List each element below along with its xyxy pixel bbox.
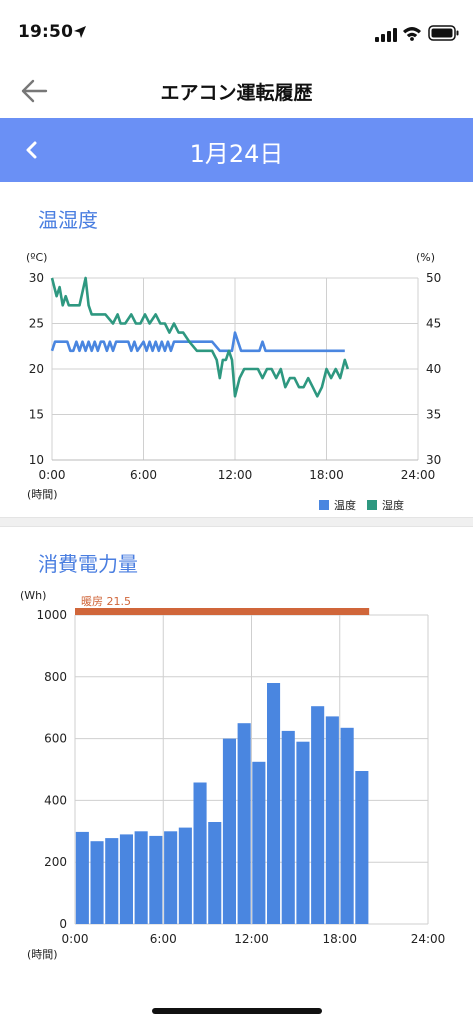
temp-humidity-chart: (ºC) (%) (時間) 10 15 20 25 30 30 35 40 45 50 0:00 6:…	[26, 251, 441, 512]
power-bar	[281, 730, 295, 924]
heating-mode-bar	[75, 608, 370, 615]
power-bar	[267, 683, 281, 924]
status-bar: 19:50	[0, 0, 473, 64]
power-consumption-chart: (Wh) (時間) 0 200 400 600 800 1000 0:00 6:00 12:00…	[20, 589, 446, 961]
power-x-tick-label: 0:00	[62, 932, 89, 946]
home-indicator	[152, 1008, 322, 1014]
power-bar	[178, 827, 192, 924]
temperature-series-line	[50, 331, 345, 353]
page-title: エアコン運転履歴	[160, 82, 313, 104]
temp-y-tick-label: 10	[29, 453, 44, 467]
power-bar	[311, 706, 325, 924]
temp-x-axis-unit: (時間)	[27, 488, 58, 501]
power-bar	[296, 741, 310, 924]
power-y-tick-label: 600	[44, 732, 67, 746]
temp-x-tick-label: 18:00	[309, 468, 344, 482]
power-bar	[355, 771, 369, 924]
section-divider	[0, 517, 473, 527]
power-bar	[90, 841, 104, 924]
temp-y-tick-label: 30	[29, 271, 44, 285]
battery-icon	[428, 25, 459, 41]
temp-axis-unit: (ºC)	[26, 251, 47, 264]
power-bar	[237, 723, 251, 924]
heating-mode-label: 暖房 21.5	[81, 595, 131, 608]
legend-label-humidity: 湿度	[382, 498, 404, 512]
power-bar	[252, 761, 266, 924]
power-y-tick-label: 1000	[36, 608, 67, 622]
power-x-tick-label: 24:00	[411, 932, 446, 946]
temp-y-tick-label: 25	[29, 317, 44, 331]
power-x-tick-label: 6:00	[150, 932, 177, 946]
power-x-tick-label: 12:00	[234, 932, 269, 946]
chart-legend: 温度 湿度	[319, 498, 404, 512]
power-bar	[340, 727, 354, 924]
power-bar	[134, 831, 148, 924]
humidity-y-tick-label: 40	[426, 362, 441, 376]
power-y-tick-label: 800	[44, 670, 67, 684]
power-bar	[105, 838, 119, 924]
power-y-tick-label: 200	[44, 855, 67, 869]
location-arrow-icon	[74, 26, 86, 38]
cellular-signal-icon	[375, 28, 397, 42]
power-bar	[149, 835, 163, 924]
power-bar	[325, 716, 339, 924]
power-bar	[208, 822, 222, 924]
power-bar	[119, 834, 133, 924]
temp-y-tick-label: 20	[29, 362, 44, 376]
power-axis-unit: (Wh)	[20, 589, 46, 602]
temp-x-tick-label: 12:00	[218, 468, 253, 482]
wifi-icon	[403, 27, 421, 41]
power-y-tick-label: 0	[59, 917, 67, 931]
power-section-title: 消費電力量	[38, 552, 138, 576]
temp-x-tick-label: 0:00	[39, 468, 66, 482]
status-time: 19:50	[18, 22, 74, 42]
power-bar	[164, 831, 178, 924]
legend-swatch-temperature	[319, 500, 329, 510]
humidity-y-tick-label: 50	[426, 271, 441, 285]
humidity-y-tick-label: 30	[426, 453, 441, 467]
humidity-series-line	[50, 276, 350, 398]
power-bar	[75, 831, 89, 924]
humidity-y-tick-label: 45	[426, 317, 441, 331]
power-bar	[222, 738, 236, 924]
nav-header: エアコン運転履歴	[0, 64, 473, 118]
power-bar	[193, 782, 207, 924]
date-label: 1月24日	[189, 140, 284, 168]
power-y-tick-label: 400	[44, 793, 67, 807]
legend-label-temperature: 温度	[334, 498, 356, 512]
temp-x-tick-label: 24:00	[401, 468, 436, 482]
humidity-axis-unit: (%)	[416, 251, 435, 264]
temp-humidity-section-title: 温湿度	[38, 208, 98, 232]
temp-x-tick-label: 6:00	[130, 468, 157, 482]
humidity-y-tick-label: 35	[426, 408, 441, 422]
date-selector-bar: 1月24日	[0, 118, 473, 182]
power-x-axis-unit: (時間)	[27, 948, 58, 961]
power-x-tick-label: 18:00	[322, 932, 357, 946]
legend-swatch-humidity	[367, 500, 377, 510]
temp-y-tick-label: 15	[29, 408, 44, 422]
